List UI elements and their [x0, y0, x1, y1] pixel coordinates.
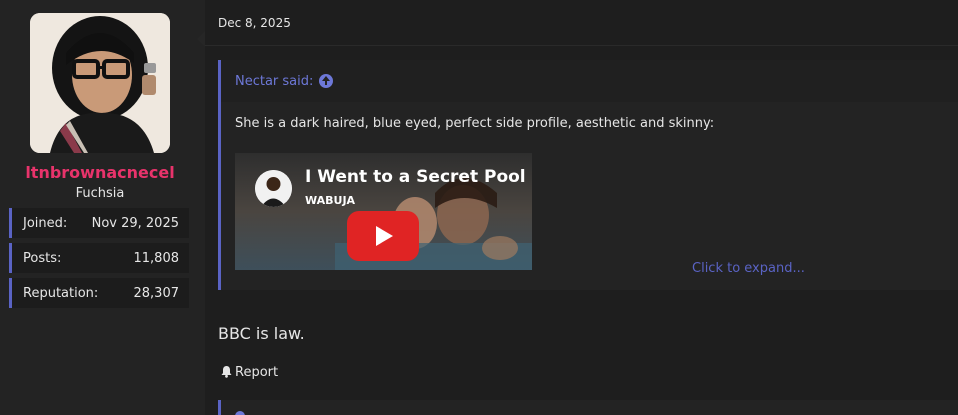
avatar-image [30, 13, 170, 153]
quote-text: She is a dark haired, blue eyed, perfect… [235, 116, 715, 131]
expand-quote-link[interactable]: Click to expand... [692, 261, 805, 276]
post-date[interactable]: Dec 8, 2025 [218, 16, 291, 30]
message-body: Dec 8, 2025 Nectar said: She is a dark h… [205, 0, 958, 415]
stat-posts: Posts: 11,808 [9, 243, 189, 273]
stat-value: 28,307 [133, 286, 180, 301]
channel-avatar-image [255, 170, 292, 207]
channel-avatar[interactable] [255, 170, 292, 207]
stat-label: Posts: [23, 251, 62, 266]
next-quote-block [218, 400, 958, 415]
quote-header: Nectar said: [221, 60, 958, 102]
avatar[interactable] [30, 13, 170, 153]
post-body: BBC is law. [218, 324, 305, 343]
quote-block: Nectar said: She is a dark haired, blue … [218, 60, 958, 290]
video-title[interactable]: I Went to a Secret Pool I [305, 167, 532, 187]
video-channel[interactable]: WABUJA [305, 194, 355, 207]
report-link[interactable]: Report [220, 365, 278, 380]
arrow-up-circle-icon[interactable] [235, 411, 245, 415]
arrow-up-circle-icon[interactable] [319, 74, 333, 88]
username[interactable]: ltnbrownacnecel [0, 163, 200, 182]
stat-value: Nov 29, 2025 [91, 216, 179, 231]
bell-icon [221, 366, 232, 378]
quote-author[interactable]: Nectar said: [235, 74, 313, 89]
report-label: Report [235, 365, 279, 380]
page: ltnbrownacnecel Fuchsia Joined: Nov 29, … [0, 0, 958, 415]
stat-value: 11,808 [133, 251, 180, 266]
panel-pointer [197, 31, 205, 47]
stat-label: Reputation: [23, 286, 99, 301]
user-title: Fuchsia [75, 186, 125, 201]
play-icon[interactable] [347, 211, 419, 261]
video-embed[interactable]: I Went to a Secret Pool I WABUJA [235, 153, 532, 270]
stat-reputation: Reputation: 28,307 [9, 278, 189, 308]
user-panel: ltnbrownacnecel Fuchsia Joined: Nov 29, … [0, 0, 205, 415]
stat-label: Joined: [23, 216, 68, 231]
stat-joined: Joined: Nov 29, 2025 [9, 208, 189, 238]
divider [205, 45, 958, 46]
